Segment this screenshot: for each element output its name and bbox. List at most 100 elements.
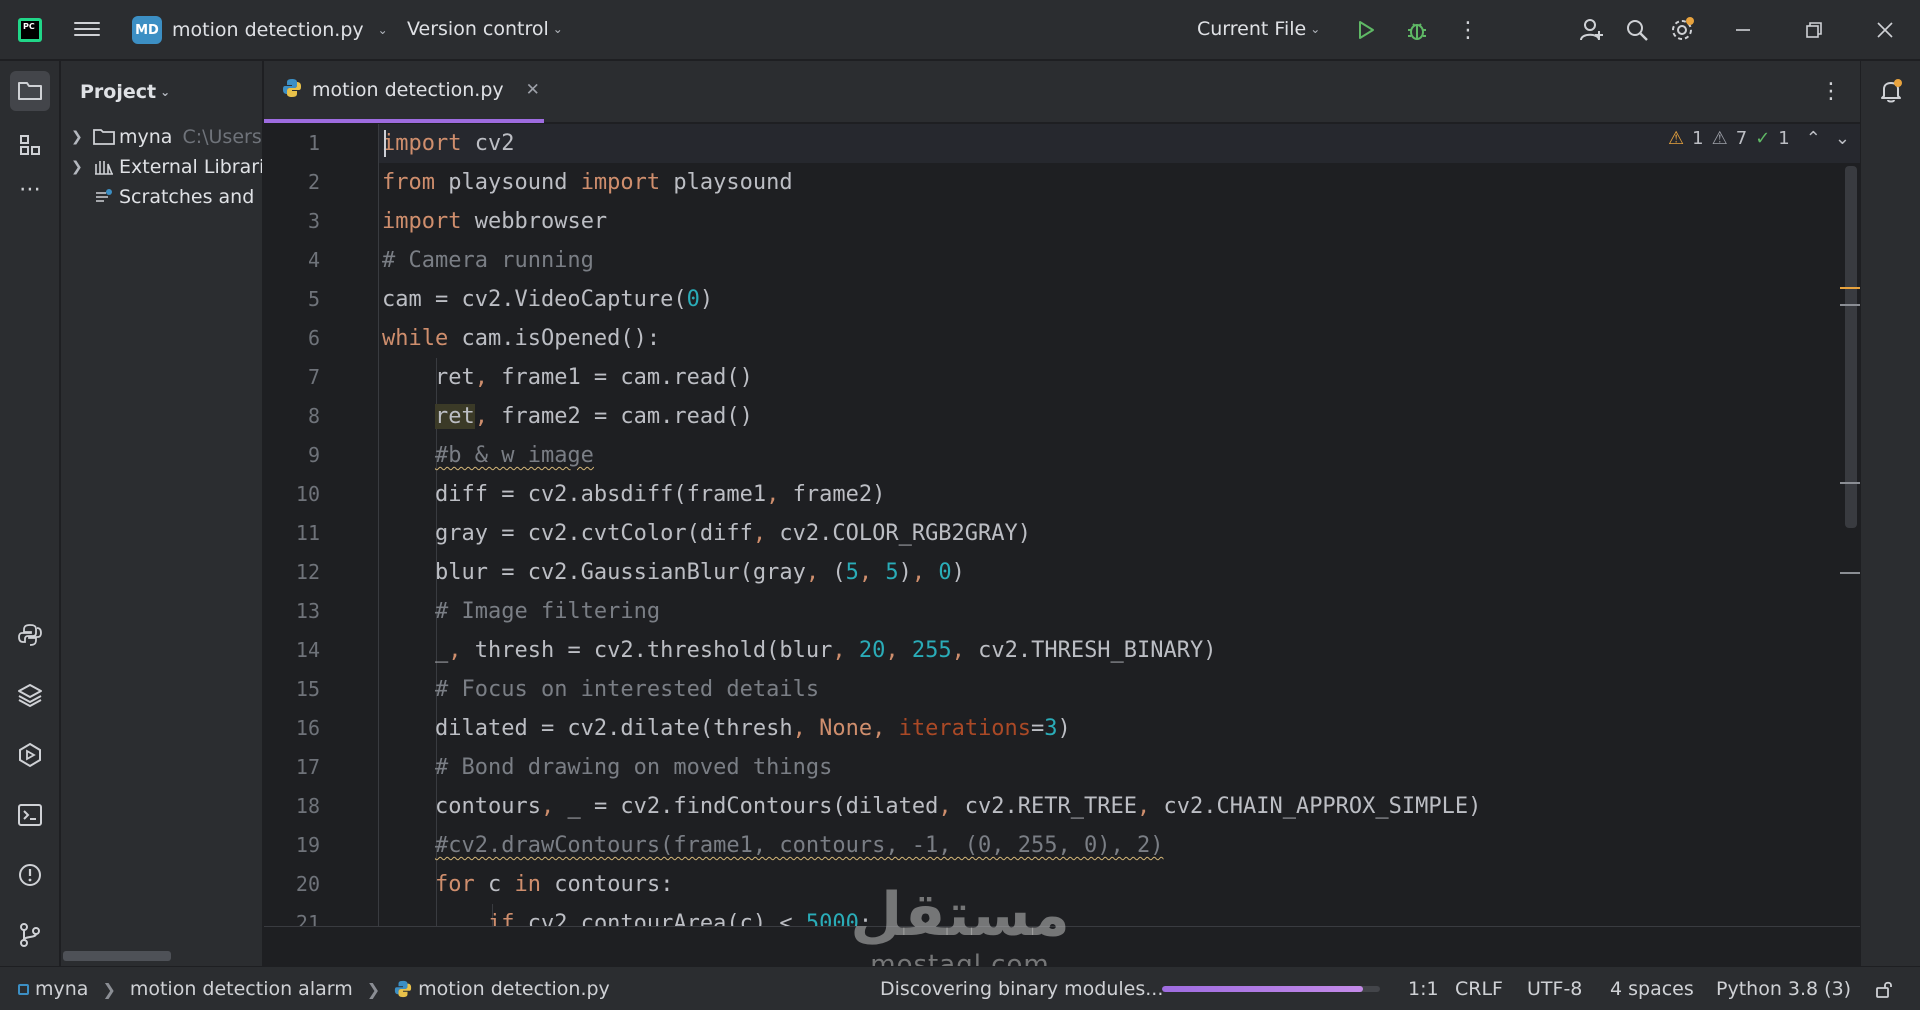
editor-vertical-scrollbar[interactable] bbox=[1845, 166, 1857, 528]
code-line[interactable]: from playsound import playsound bbox=[382, 163, 793, 202]
code-line[interactable]: _, thresh = cv2.threshold(blur, 20, 255,… bbox=[382, 631, 1217, 670]
debug-icon[interactable] bbox=[1403, 16, 1431, 44]
more-tools-icon[interactable]: ⋯ bbox=[10, 169, 50, 209]
tab-options-more-icon[interactable]: ⋮ bbox=[1820, 79, 1842, 104]
tree-item-myna[interactable]: ❯ myna C:\Users bbox=[71, 124, 262, 150]
file-encoding[interactable]: UTF-8 bbox=[1527, 978, 1582, 1000]
code-line[interactable]: diff = cv2.absdiff(frame1, frame2) bbox=[382, 475, 885, 514]
version-control-menu[interactable]: Version control ⌄ bbox=[407, 18, 563, 40]
tree-item-scratches[interactable]: Scratches and bbox=[93, 184, 254, 210]
editor-horizontal-scroll-area[interactable] bbox=[264, 926, 1860, 966]
code-token: blur = cv2.GaussianBlur(gray bbox=[382, 560, 806, 585]
title-bar: PC MD motion detection.py ⌄ Version cont… bbox=[0, 0, 1920, 60]
version-control-label: Version control bbox=[407, 18, 549, 40]
line-separator[interactable]: CRLF bbox=[1455, 978, 1503, 1000]
code-line[interactable]: #cv2.drawContours(frame1, contours, -1, … bbox=[382, 826, 1163, 865]
python-console-icon[interactable] bbox=[10, 615, 50, 655]
pycharm-logo[interactable]: PC bbox=[18, 18, 42, 42]
run-configuration-label: Current File bbox=[1197, 18, 1307, 40]
minimize-icon[interactable] bbox=[1729, 16, 1757, 44]
background-task-progress[interactable] bbox=[1162, 986, 1380, 992]
code-line[interactable]: if cv2.contourArea(c) < 5000: bbox=[382, 904, 872, 926]
python-interpreter[interactable]: Python 3.8 (3) bbox=[1716, 978, 1851, 1000]
chevron-right-icon[interactable]: ❯ bbox=[71, 159, 85, 175]
code-token-comment: # Bond drawing on moved things bbox=[434, 755, 833, 780]
error-stripe-marker[interactable] bbox=[1840, 304, 1860, 306]
code-token: cv2.contourArea(c) < bbox=[514, 911, 806, 926]
lock-icon[interactable] bbox=[1874, 979, 1894, 999]
code-editor[interactable]: 1 2 3 4 5 6 7 8 9 10 11 12 13 14 15 16 1… bbox=[264, 124, 1860, 926]
code-line[interactable]: import webbrowser bbox=[382, 202, 607, 241]
code-token-comment: #b & w image bbox=[434, 443, 594, 468]
more-icon[interactable]: ⋮ bbox=[1454, 16, 1482, 44]
indent-setting[interactable]: 4 spaces bbox=[1610, 978, 1694, 1000]
code-line[interactable]: import cv2 bbox=[382, 124, 514, 163]
line-number: 14 bbox=[295, 638, 320, 662]
code-line[interactable]: dilated = cv2.dilate(thresh, None, itera… bbox=[382, 709, 1071, 748]
error-stripe-marker[interactable] bbox=[1840, 482, 1860, 484]
project-panel-title[interactable]: Project ⌄ bbox=[80, 81, 170, 103]
code-line[interactable]: contours, _ = cv2.findContours(dilated, … bbox=[382, 787, 1481, 826]
code-line[interactable]: #b & w image bbox=[382, 436, 594, 475]
code-token-punct: , bbox=[540, 794, 555, 819]
code-line[interactable]: # Image filtering bbox=[382, 592, 660, 631]
code-line[interactable]: ret, frame1 = cam.read() bbox=[382, 358, 753, 397]
code-line[interactable]: ret, frame2 = cam.read() bbox=[382, 397, 753, 436]
status-bar: myna ❯ motion detection alarm ❯ motion d… bbox=[0, 966, 1920, 1010]
code-token: cam.isOpened(): bbox=[448, 326, 661, 351]
error-stripe-marker[interactable] bbox=[1840, 572, 1860, 574]
ok-count: 1 bbox=[1778, 128, 1790, 149]
project-panel-horizontal-scrollbar[interactable] bbox=[63, 951, 171, 961]
tree-item-label: myna bbox=[119, 126, 173, 148]
previous-highlight-chevron-up-icon[interactable]: ⌃ bbox=[1806, 128, 1821, 149]
code-line[interactable]: for c in contours: bbox=[382, 865, 673, 904]
error-stripe-warning-marker[interactable] bbox=[1840, 287, 1860, 289]
inspection-widget[interactable]: ⚠ 1 ⚠ 7 ✓ 1 ⌃ ⌄ bbox=[1668, 128, 1850, 149]
line-number: 20 bbox=[295, 872, 320, 896]
run-icon[interactable] bbox=[1352, 16, 1380, 44]
code-line[interactable]: # Bond drawing on moved things bbox=[382, 748, 832, 787]
breadcrumb-item[interactable]: motion detection alarm bbox=[130, 978, 353, 1000]
line-number: 19 bbox=[295, 833, 320, 857]
project-tool-folder-icon[interactable] bbox=[10, 71, 50, 111]
services-icon[interactable] bbox=[10, 735, 50, 775]
library-icon bbox=[93, 158, 115, 176]
breadcrumb-item[interactable]: motion detection.py bbox=[418, 978, 610, 1000]
caret-position[interactable]: 1:1 bbox=[1408, 978, 1439, 1000]
structure-icon[interactable] bbox=[10, 125, 50, 165]
project-tool-window: Project ⌄ ❯ myna C:\Users ❯ External Lib… bbox=[61, 61, 263, 966]
code-line[interactable]: while cam.isOpened(): bbox=[382, 319, 660, 358]
code-line[interactable]: cam = cv2.VideoCapture(0) bbox=[382, 280, 713, 319]
search-icon[interactable] bbox=[1623, 16, 1651, 44]
git-icon[interactable] bbox=[10, 915, 50, 955]
background-task-label[interactable]: Discovering binary modules... bbox=[880, 978, 1163, 1000]
code-token: ( bbox=[819, 560, 846, 585]
layers-icon[interactable] bbox=[10, 675, 50, 715]
run-configuration-selector[interactable]: Current File ⌄ bbox=[1197, 18, 1320, 40]
tab-motion-detection[interactable]: motion detection.py ✕ bbox=[264, 61, 544, 123]
add-user-icon[interactable] bbox=[1578, 16, 1606, 44]
close-icon[interactable] bbox=[1871, 16, 1899, 44]
next-highlight-chevron-down-icon[interactable]: ⌄ bbox=[1835, 128, 1850, 149]
tab-close-icon[interactable]: ✕ bbox=[526, 80, 540, 100]
restore-icon[interactable] bbox=[1800, 16, 1828, 44]
code-token: ) bbox=[951, 560, 965, 585]
tree-item-external-libraries[interactable]: ❯ External Librari bbox=[71, 154, 262, 180]
problems-icon[interactable] bbox=[10, 855, 50, 895]
line-number-gutter[interactable]: 1 2 3 4 5 6 7 8 9 10 11 12 13 14 15 16 1… bbox=[264, 124, 379, 926]
project-selector[interactable]: MD motion detection.py ⌄ bbox=[132, 16, 388, 44]
code-line[interactable]: # Camera running bbox=[382, 241, 594, 280]
chevron-right-icon[interactable]: ❯ bbox=[71, 129, 85, 145]
settings-icon[interactable] bbox=[1668, 16, 1696, 44]
terminal-icon[interactable] bbox=[10, 795, 50, 835]
python-file-icon bbox=[282, 78, 302, 102]
code-line[interactable]: # Focus on interested details bbox=[382, 670, 819, 709]
line-number: 6 bbox=[307, 326, 320, 350]
breadcrumb-item[interactable]: myna bbox=[35, 978, 88, 1000]
code-line[interactable]: gray = cv2.cvtColor(diff, cv2.COLOR_RGB2… bbox=[382, 514, 1031, 553]
main-menu-hamburger-icon[interactable] bbox=[74, 18, 100, 42]
code-line[interactable]: blur = cv2.GaussianBlur(gray, (5, 5), 0) bbox=[382, 553, 965, 592]
notifications-icon[interactable] bbox=[1871, 71, 1911, 111]
project-panel-title-label: Project bbox=[80, 81, 157, 103]
